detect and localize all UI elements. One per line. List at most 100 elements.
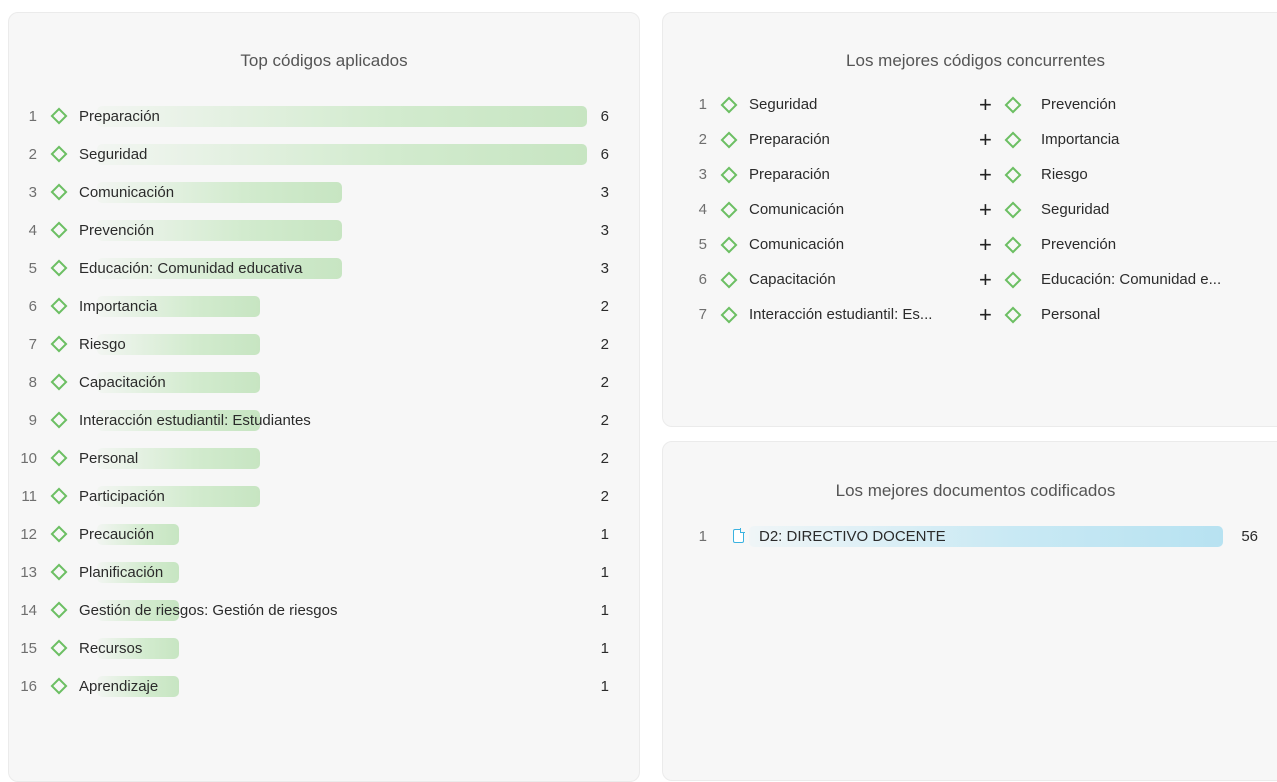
document-name: D2: DIRECTIVO DOCENTE <box>759 527 946 545</box>
code-row[interactable]: 4 Prevención 3 <box>9 211 634 249</box>
code-diamond-icon <box>1004 96 1022 113</box>
code-diamond-icon <box>1004 271 1022 288</box>
code-diamond-icon <box>720 96 738 113</box>
code-count: 2 <box>600 373 609 391</box>
code-rank: 12 <box>20 525 37 543</box>
cooccurrence-rank: 5 <box>698 236 707 253</box>
code-frequency-bar-track <box>97 638 587 659</box>
code-row[interactable]: 5 Educación: Comunidad educativa 3 <box>9 249 634 287</box>
code-count: 2 <box>600 297 609 315</box>
cooccurrence-right-code: Personal <box>1041 306 1101 323</box>
code-diamond-icon <box>50 487 68 505</box>
plus-icon: + <box>979 266 992 292</box>
cooccurrence-left-code: Comunicación <box>749 201 845 218</box>
code-diamond-icon <box>720 131 738 148</box>
code-diamond-icon <box>50 373 68 391</box>
code-count: 3 <box>600 183 609 201</box>
code-count: 3 <box>600 259 609 277</box>
code-rank: 8 <box>28 373 37 391</box>
code-row[interactable]: 2 Seguridad 6 <box>9 135 634 173</box>
code-row[interactable]: 9 Interacción estudiantil: Estudiantes 2 <box>9 401 634 439</box>
code-row[interactable]: 8 Capacitación 2 <box>9 363 634 401</box>
code-count: 3 <box>600 221 609 239</box>
plus-icon: + <box>979 91 992 117</box>
cooccurrence-rank: 2 <box>698 131 707 148</box>
code-frequency-bar-track <box>97 524 587 545</box>
code-rank: 1 <box>28 107 37 125</box>
code-row[interactable]: 15 Recursos 1 <box>9 629 634 667</box>
code-rank: 14 <box>20 601 37 619</box>
code-row[interactable]: 10 Personal 2 <box>9 439 634 477</box>
code-row[interactable]: 1 Preparación 6 <box>9 97 634 135</box>
cooccurrence-row[interactable]: 1 Seguridad + Prevención <box>663 87 1277 122</box>
code-diamond-icon <box>720 236 738 253</box>
code-rank: 4 <box>28 221 37 239</box>
code-row[interactable]: 6 Importancia 2 <box>9 287 634 325</box>
code-row[interactable]: 16 Aprendizaje 1 <box>9 667 634 705</box>
plus-icon: + <box>979 301 992 327</box>
code-diamond-icon <box>1004 131 1022 148</box>
cooccurrence-row[interactable]: 4 Comunicación + Seguridad <box>663 192 1277 227</box>
top-codes-title: Top códigos aplicados <box>240 51 408 70</box>
code-name: Capacitación <box>79 373 166 391</box>
document-row[interactable]: 1 D2: DIRECTIVO DOCENTE 56 <box>663 518 1277 554</box>
code-count: 2 <box>600 411 609 429</box>
code-row[interactable]: 12 Precaución 1 <box>9 515 634 553</box>
cooccurring-codes-panel: Los mejores códigos concurrentes 1 Seguri… <box>662 12 1277 427</box>
cooccurrence-right-code: Seguridad <box>1041 201 1110 218</box>
code-rank: 16 <box>20 677 37 695</box>
code-diamond-icon <box>50 145 68 163</box>
code-rank: 13 <box>20 563 37 581</box>
code-diamond-icon <box>720 201 738 218</box>
cooccurrence-row[interactable]: 3 Preparación + Riesgo <box>663 157 1277 192</box>
code-rank: 11 <box>21 487 37 505</box>
cooccurrence-row[interactable]: 5 Comunicación + Prevención <box>663 227 1277 262</box>
code-count: 6 <box>600 145 609 163</box>
cooccurrence-left-code: Capacitación <box>749 271 836 288</box>
code-frequency-bar-track <box>97 334 587 355</box>
code-rank: 9 <box>28 411 37 429</box>
code-frequency-bar-track <box>97 220 587 241</box>
code-count: 6 <box>600 107 609 125</box>
plus-icon: + <box>979 161 992 187</box>
code-frequency-bar-track <box>97 676 587 697</box>
cooccurrence-left-code: Preparación <box>749 166 830 183</box>
code-row[interactable]: 3 Comunicación 3 <box>9 173 634 211</box>
code-count: 1 <box>600 601 609 619</box>
plus-icon: + <box>979 126 992 152</box>
code-frequency-bar-track <box>97 448 587 469</box>
cooccurrence-row[interactable]: 2 Preparación + Importancia <box>663 122 1277 157</box>
cooccurrence-left-code: Preparación <box>749 131 830 148</box>
code-diamond-icon <box>50 411 68 429</box>
code-diamond-icon <box>50 259 68 277</box>
cooccurrence-left-code: Seguridad <box>749 96 818 113</box>
code-frequency-bar <box>97 144 587 165</box>
cooccurrence-right-code: Riesgo <box>1041 166 1088 183</box>
code-count: 1 <box>600 677 609 695</box>
code-name: Interacción estudiantil: Estudiantes <box>79 411 311 429</box>
cooccurrence-row[interactable]: 6 Capacitación + Educación: Comunidad e... <box>663 262 1277 297</box>
cooccurrence-rank: 1 <box>698 96 707 113</box>
code-diamond-icon <box>50 107 68 125</box>
code-row[interactable]: 7 Riesgo 2 <box>9 325 634 363</box>
code-name: Educación: Comunidad educativa <box>79 259 303 277</box>
cooccurrence-row[interactable]: 7 Interacción estudiantil: Es... + Personal <box>663 297 1277 332</box>
cooccurrence-left-code: Interacción estudiantil: Es... <box>749 306 933 323</box>
code-row[interactable]: 13 Planificación 1 <box>9 553 634 591</box>
code-diamond-icon <box>50 335 68 353</box>
code-diamond-icon <box>720 166 738 183</box>
code-row[interactable]: 11 Participación 2 <box>9 477 634 515</box>
code-diamond-icon <box>50 297 68 315</box>
code-count: 2 <box>600 449 609 467</box>
cooccurrence-right-code: Prevención <box>1041 236 1117 253</box>
code-frequency-bar-track <box>97 372 587 393</box>
cooccurrence-left-code: Comunicación <box>749 236 845 253</box>
code-count: 1 <box>600 563 609 581</box>
code-count: 1 <box>600 639 609 657</box>
cooccurrence-rank: 4 <box>698 201 707 218</box>
document-count: 56 <box>1241 527 1258 545</box>
code-frequency-bar-track <box>97 562 587 583</box>
code-diamond-icon <box>1004 306 1022 323</box>
code-row[interactable]: 14 Gestión de riesgos: Gestión de riesgos… <box>9 591 634 629</box>
code-diamond-icon <box>50 221 68 239</box>
